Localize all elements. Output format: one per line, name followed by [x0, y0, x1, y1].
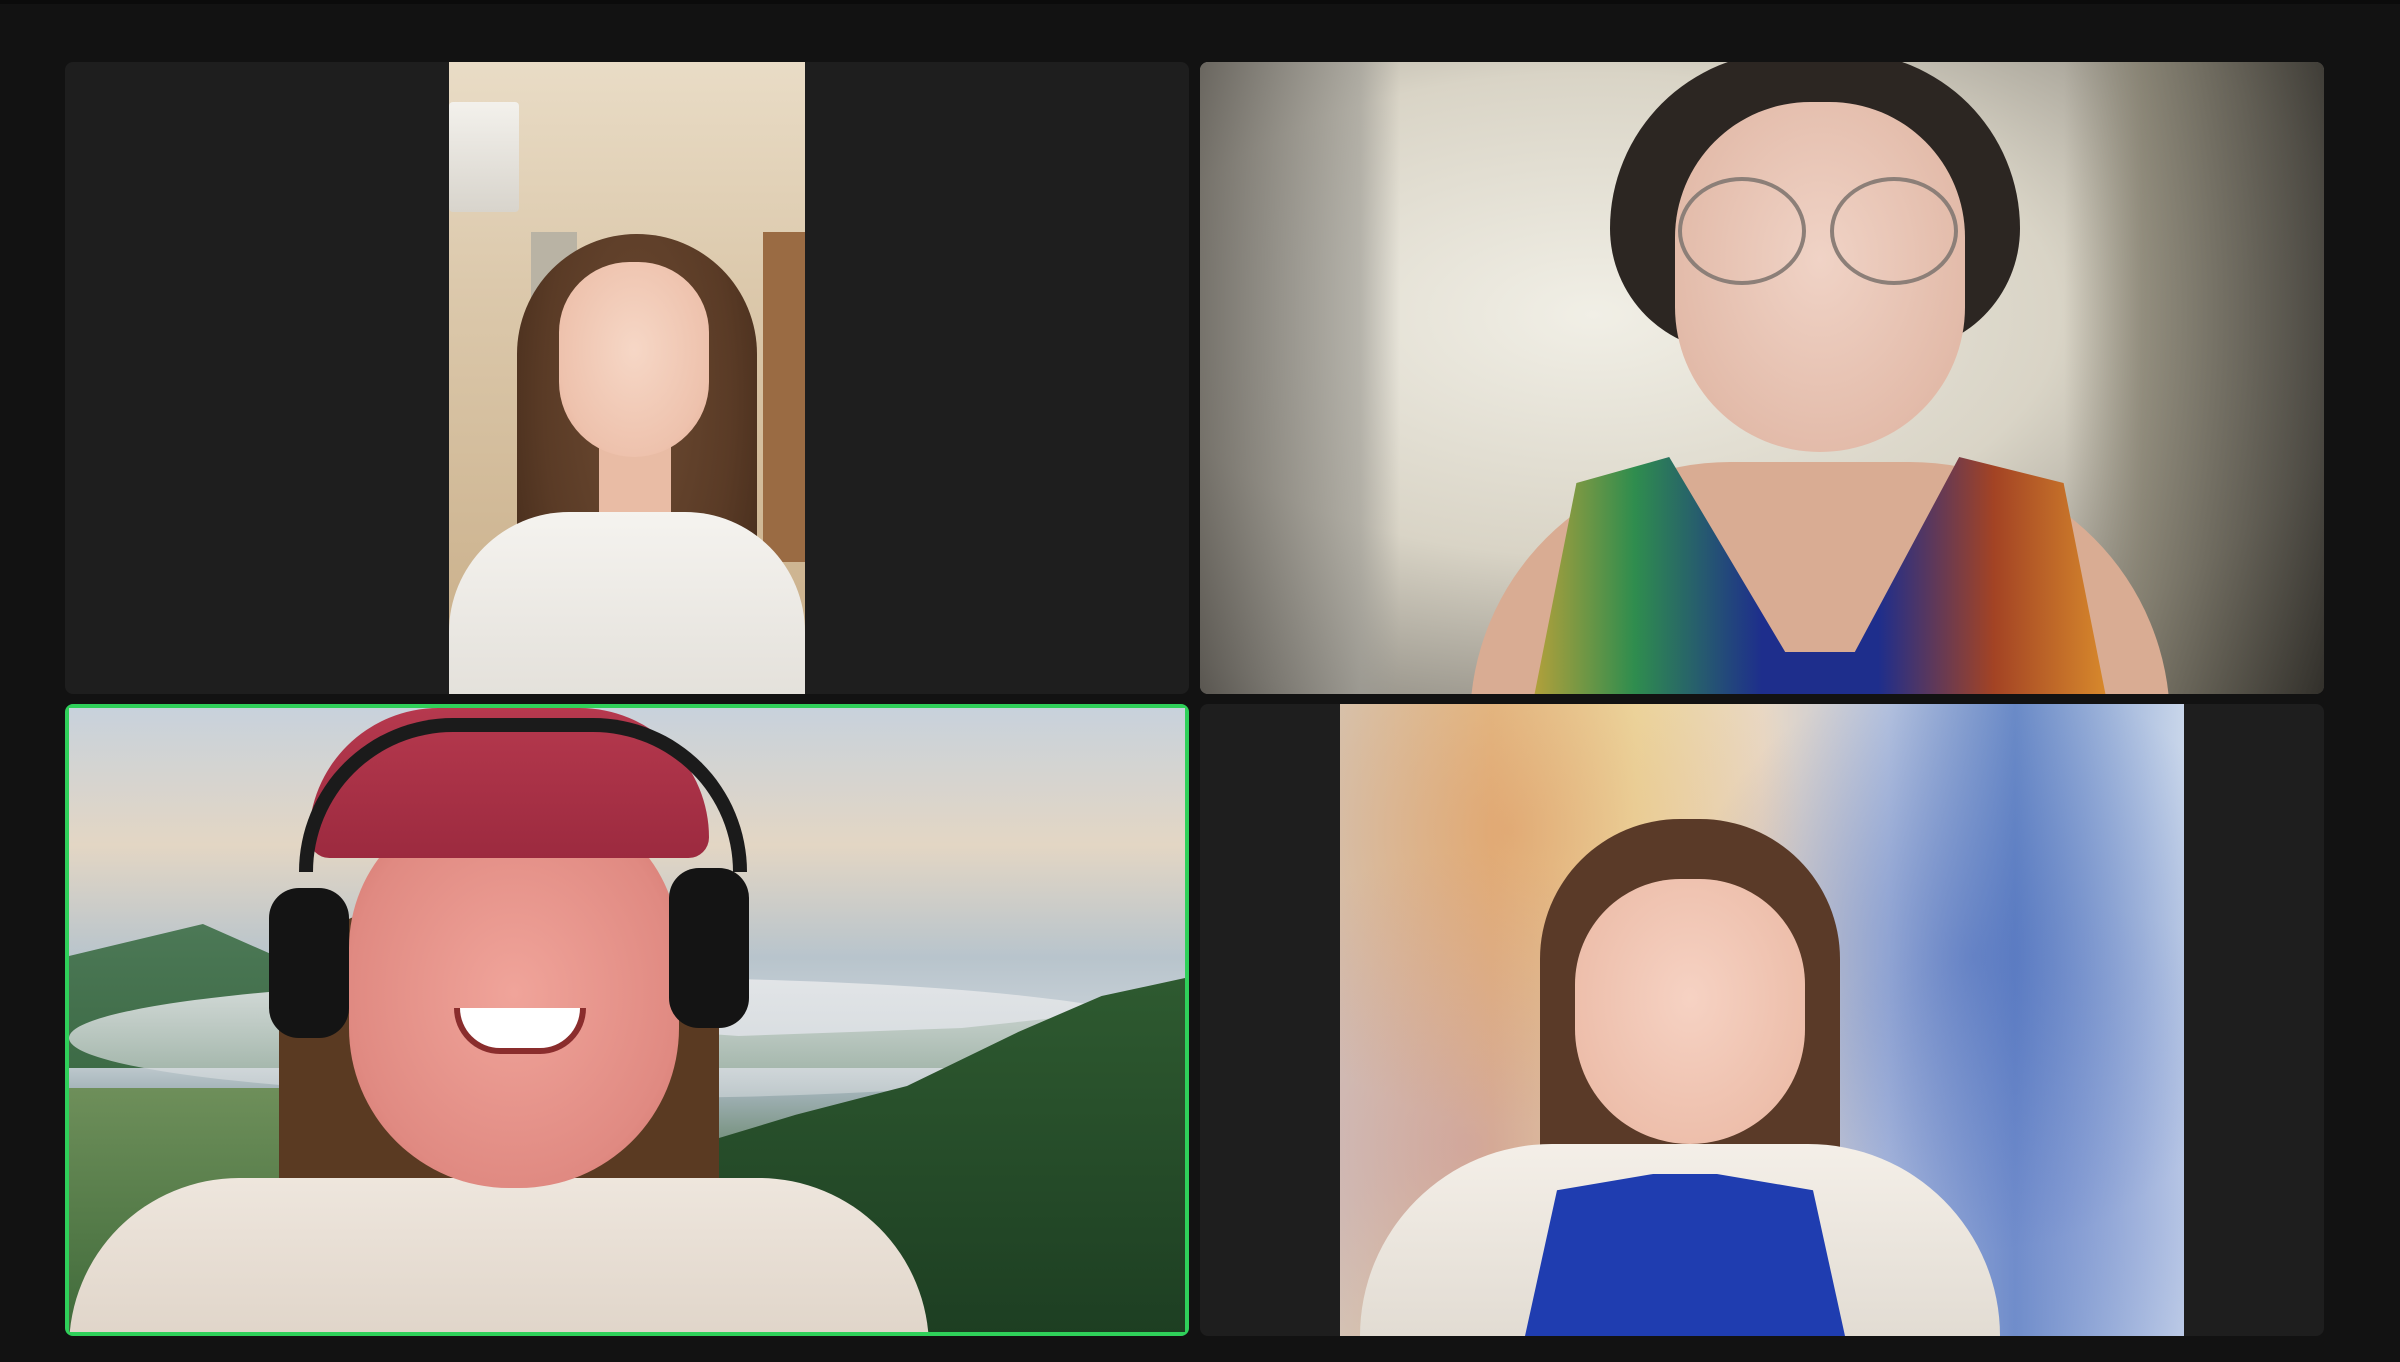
participant-shirt — [449, 512, 805, 694]
headphone-left-cup — [269, 888, 349, 1038]
participant-tile-1[interactable] — [65, 62, 1189, 694]
meeting-stage — [0, 0, 2400, 1362]
air-conditioner — [449, 102, 519, 212]
participant-video-3 — [69, 708, 1185, 1332]
blurred-background-left — [1200, 62, 1400, 694]
glasses-right-lens — [1830, 177, 1958, 285]
participant-blue-dress — [1525, 1174, 1845, 1336]
top-bar — [0, 0, 2400, 4]
participant-tile-2[interactable] — [1200, 62, 2324, 694]
glasses-left-lens — [1678, 177, 1806, 285]
participant-face — [1575, 879, 1805, 1144]
participant-tile-4[interactable] — [1200, 704, 2324, 1336]
participant-shirt — [69, 1178, 929, 1332]
participant-face — [559, 262, 709, 457]
participant-tile-3-active-speaker[interactable] — [65, 704, 1189, 1336]
participant-video-2 — [1200, 62, 2324, 694]
participant-video-1 — [449, 62, 805, 694]
door — [763, 232, 805, 562]
headphone-right-cup — [669, 868, 749, 1028]
participant-video-4 — [1340, 704, 2184, 1336]
